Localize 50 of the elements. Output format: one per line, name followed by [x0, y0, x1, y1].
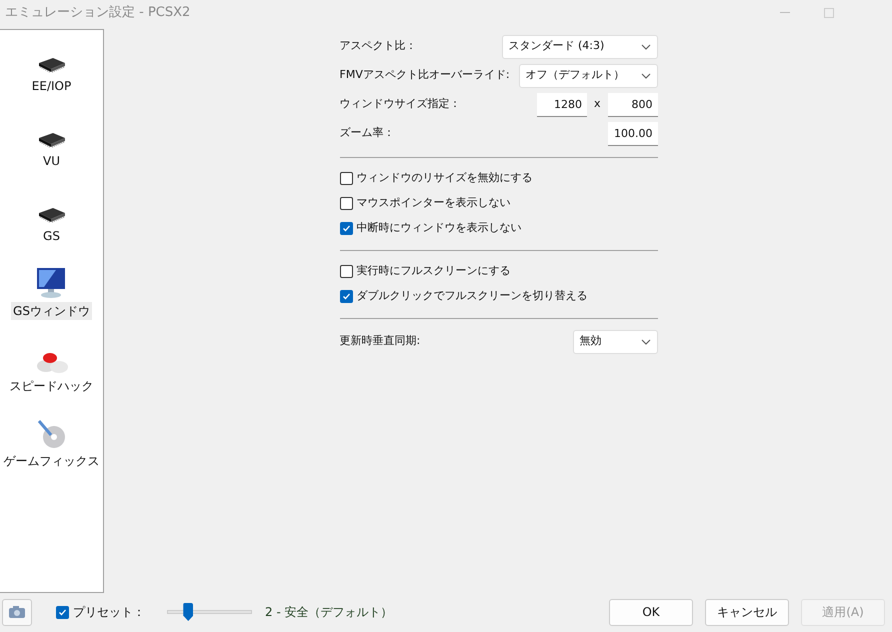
checkbox-label: ウィンドウのリサイズを無効にする — [356, 170, 532, 186]
checkbox-label: マウスポインターを表示しない — [356, 195, 510, 212]
preset-slider[interactable] — [167, 602, 252, 622]
screenshot-button[interactable] — [2, 598, 32, 626]
chip-icon — [36, 206, 66, 224]
pills-icon — [34, 350, 68, 374]
sidebar-item[interactable]: GSウィンドウ — [11, 302, 92, 320]
checkbox[interactable] — [56, 606, 69, 618]
slider-thumb[interactable] — [183, 603, 194, 621]
checkbox[interactable] — [340, 222, 352, 235]
checkmark-icon — [342, 292, 350, 301]
window-title: エミュレーション設定 - PCSX2 — [5, 4, 190, 22]
sidebar-item[interactable]: EE/IOP — [30, 77, 74, 95]
setting-label: 更新時垂直同期: — [340, 333, 420, 350]
width-field[interactable]: 1280 — [536, 92, 587, 116]
chip-icon — [36, 56, 66, 74]
checkbox[interactable] — [340, 290, 352, 303]
times-sign: x — [592, 96, 602, 112]
zoom-field[interactable]: 100.00 — [608, 122, 658, 146]
dialog-button[interactable]: キャンセル — [705, 598, 789, 626]
sidebar-item[interactable]: スピードハック — [8, 377, 96, 395]
preset-label: プリセット： — [73, 604, 145, 621]
dropdown[interactable]: オフ（デフォルト） — [518, 64, 658, 88]
dropdown[interactable]: 無効 — [572, 330, 658, 354]
setting-label: FMVアスペクト比オーバーライド: — [340, 67, 510, 84]
dropdown[interactable]: スタンダード (4:3) — [502, 34, 658, 58]
checkbox[interactable] — [340, 172, 352, 185]
setting-label: ウィンドウサイズ指定： — [340, 96, 460, 112]
dialog-button[interactable]: OK — [609, 598, 693, 626]
checkmark-icon — [58, 608, 67, 616]
sidebar-item[interactable]: GS — [41, 227, 62, 245]
chevron-down-icon — [640, 338, 650, 344]
checkmark-icon — [342, 224, 350, 233]
chip-icon — [36, 131, 66, 149]
height-field[interactable]: 800 — [608, 92, 658, 116]
chevron-down-icon — [640, 44, 650, 50]
monitor-icon — [36, 267, 66, 299]
checkbox-label: 中断時にウィンドウを表示しない — [356, 220, 522, 236]
chevron-down-icon — [640, 72, 650, 78]
checkbox-label: ダブルクリックでフルスクリーンを切り替える — [356, 288, 588, 304]
preset-value: 2 - 安全（デフォルト） — [265, 604, 393, 621]
sidebar-item[interactable]: ゲームフィックス — [2, 452, 102, 470]
camera-icon — [8, 605, 26, 619]
setting-label: アスペクト比： — [340, 38, 416, 54]
setting-label: ズーム率： — [340, 125, 394, 142]
checkbox[interactable] — [340, 265, 352, 278]
checkbox[interactable] — [340, 197, 352, 210]
sidebar-item[interactable]: VU — [41, 152, 62, 170]
disc-icon — [36, 419, 66, 449]
checkbox-label: 実行時にフルスクリーンにする — [356, 263, 510, 280]
